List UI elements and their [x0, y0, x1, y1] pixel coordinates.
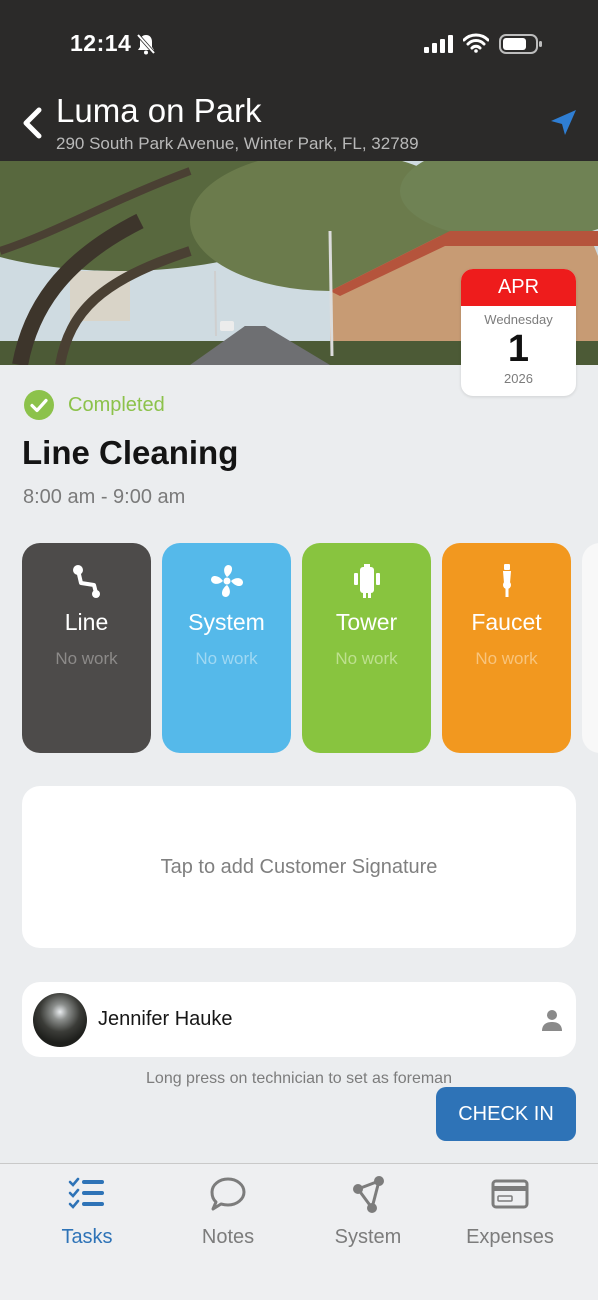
signature-prompt: Tap to add Customer Signature [160, 855, 438, 878]
wifi-icon [463, 33, 489, 53]
line-icon [73, 565, 100, 598]
date-weekday: Wednesday [484, 312, 553, 327]
tab-tasks[interactable]: Tasks [17, 1174, 157, 1264]
tile-label: System [188, 609, 265, 635]
bottom-tab-bar: Tasks Notes System Expenses [0, 1163, 598, 1300]
task-title: Line Cleaning [22, 434, 239, 471]
check-in-button[interactable]: CHECK IN [436, 1087, 576, 1141]
tab-label: Expenses [466, 1226, 554, 1248]
card-icon [491, 1179, 529, 1209]
fan-icon [211, 565, 243, 597]
battery-icon [499, 34, 542, 54]
status-label: Completed [68, 393, 165, 416]
customer-signature-area[interactable]: Tap to add Customer Signature [22, 786, 576, 948]
tile-sub: No work [335, 649, 398, 668]
tile-system[interactable]: System No work [162, 543, 291, 753]
foreman-hint: Long press on technician to set as forem… [146, 1070, 452, 1087]
share-nodes-icon [353, 1176, 384, 1213]
tile-tower[interactable]: Tower No work [302, 543, 431, 753]
faucet-icon [503, 564, 511, 597]
tile-line[interactable]: Line No work [22, 543, 151, 753]
tasks-icon [68, 1177, 104, 1209]
date-card: APR Wednesday 1 2026 [461, 269, 576, 396]
tile-faucet[interactable]: Faucet No work [442, 543, 571, 753]
person-icon [542, 1010, 562, 1031]
top-bar: 12:14 Luma on Park 290 South Park Avenue… [0, 0, 598, 161]
check-circle-icon [24, 390, 54, 420]
back-chevron-icon[interactable] [20, 106, 44, 140]
tab-system[interactable]: System [298, 1174, 438, 1264]
task-time: 8:00 am - 9:00 am [23, 486, 186, 508]
technician-name: Jennifer Hauke [98, 1008, 233, 1030]
cell-signal-icon [424, 35, 453, 53]
category-tiles: Line No work System No work Tower No wor… [22, 543, 598, 753]
tab-label: Notes [201, 1226, 255, 1248]
bell-muted-icon [136, 33, 156, 55]
date-year: 2026 [504, 371, 533, 386]
tile-sub: No work [55, 649, 118, 668]
tab-expenses[interactable]: Expenses [440, 1174, 580, 1264]
chat-bubble-icon [210, 1177, 246, 1211]
tab-label: Tasks [61, 1226, 113, 1248]
tile-sub: No work [195, 649, 258, 668]
tile-label: Tower [335, 609, 398, 635]
status-time: 12:14 [70, 30, 132, 56]
task-status: Completed [24, 390, 165, 420]
technician-card[interactable]: Jennifer Hauke [22, 982, 576, 1057]
date-day: 1 [507, 328, 530, 370]
navigation-arrow-icon[interactable] [548, 108, 578, 138]
avatar [33, 993, 87, 1047]
site-address: 290 South Park Avenue, Winter Park, FL, … [56, 134, 419, 153]
tile-sub: No work [475, 649, 538, 668]
tower-icon [354, 564, 380, 598]
tab-notes[interactable]: Notes [158, 1174, 298, 1264]
tile-next-peek[interactable] [582, 543, 598, 753]
tile-label: Faucet [471, 609, 542, 635]
tab-label: System [334, 1226, 402, 1248]
page-title: Luma on Park [56, 92, 262, 129]
tile-label: Line [64, 609, 109, 635]
date-month: APR [461, 269, 576, 306]
